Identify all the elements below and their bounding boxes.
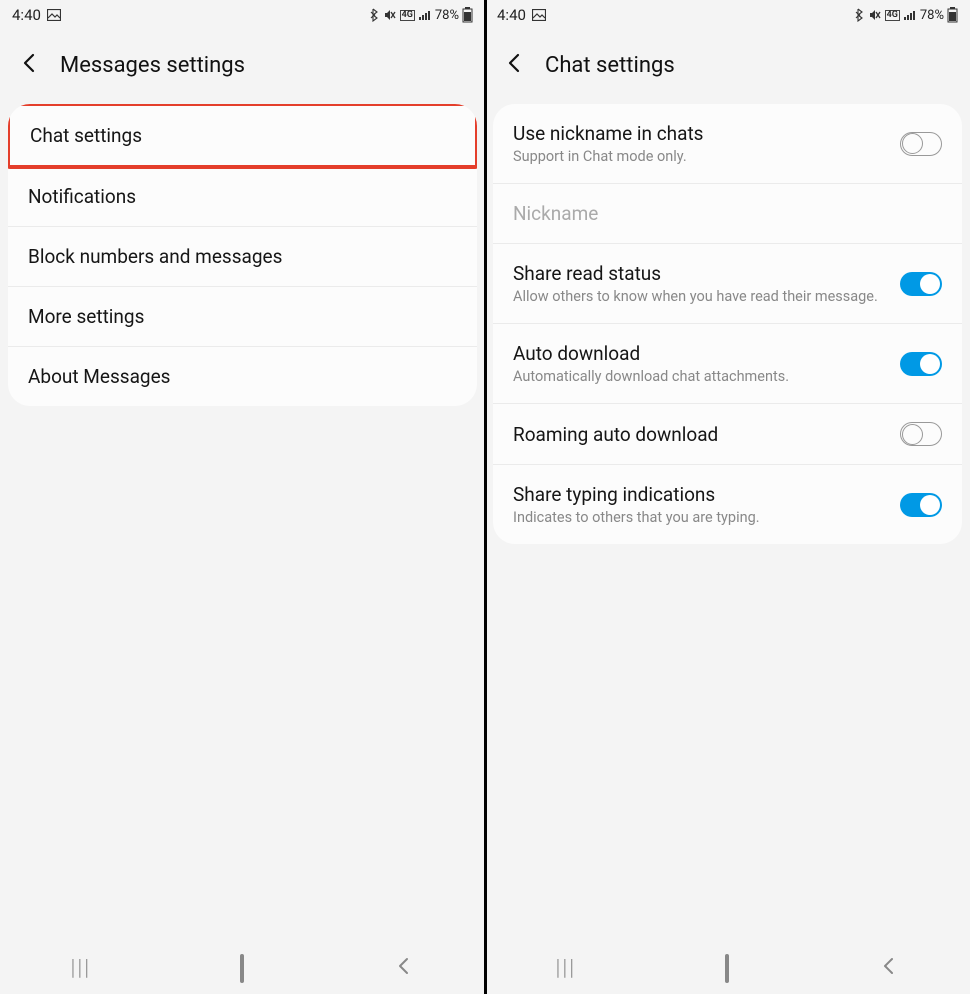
- nav-recents-button[interactable]: |||: [51, 956, 111, 981]
- nav-home-button[interactable]: [697, 956, 757, 981]
- row-label: Share read status: [513, 262, 900, 285]
- picture-icon: [532, 9, 546, 21]
- status-time: 4:40: [12, 6, 41, 24]
- row-label: Notifications: [28, 185, 457, 208]
- bluetooth-icon: [855, 8, 865, 22]
- battery-icon: [947, 7, 958, 23]
- android-navbar: |||: [485, 942, 970, 994]
- row-label: Nickname: [513, 202, 942, 225]
- screenshot-divider: [484, 0, 487, 994]
- battery-percent: 78%: [920, 8, 944, 23]
- battery-icon: [462, 7, 473, 23]
- status-bar: 4:40 4G 78%: [485, 0, 970, 30]
- row-block-numbers[interactable]: Block numbers and messages: [8, 227, 477, 287]
- android-navbar: |||: [0, 942, 485, 994]
- row-label: About Messages: [28, 365, 457, 388]
- toggle-auto-download[interactable]: [900, 352, 942, 376]
- row-sublabel: Indicates to others that you are typing.: [513, 509, 900, 526]
- signal-icon: [418, 9, 432, 21]
- row-sublabel: Support in Chat mode only.: [513, 148, 900, 165]
- mute-icon: [868, 9, 882, 21]
- row-about-messages[interactable]: About Messages: [8, 347, 477, 406]
- bluetooth-icon: [370, 8, 380, 22]
- row-chat-settings[interactable]: Chat settings: [8, 104, 477, 169]
- page-header: Chat settings: [485, 30, 970, 104]
- row-share-typing[interactable]: Share typing indications Indicates to ot…: [493, 465, 962, 544]
- row-auto-download[interactable]: Auto download Automatically download cha…: [493, 324, 962, 404]
- row-label: Block numbers and messages: [28, 245, 457, 268]
- nav-back-button[interactable]: [374, 953, 434, 983]
- status-time: 4:40: [497, 6, 526, 24]
- row-label: More settings: [28, 305, 457, 328]
- row-label: Chat settings: [30, 124, 455, 147]
- toggle-share-read-status[interactable]: [900, 272, 942, 296]
- back-icon[interactable]: [16, 48, 42, 82]
- chat-settings-card: Use nickname in chats Support in Chat mo…: [493, 104, 962, 544]
- row-label: Share typing indications: [513, 483, 900, 506]
- row-label: Auto download: [513, 342, 900, 365]
- toggle-share-typing[interactable]: [900, 493, 942, 517]
- back-icon[interactable]: [501, 48, 527, 82]
- row-sublabel: Allow others to know when you have read …: [513, 288, 900, 305]
- nav-recents-button[interactable]: |||: [536, 956, 596, 981]
- signal-icon: [903, 9, 917, 21]
- network-4g-icon: 4G: [400, 10, 415, 21]
- toggle-use-nickname[interactable]: [900, 132, 942, 156]
- settings-card: Chat settings Notifications Block number…: [8, 104, 477, 406]
- network-4g-icon: 4G: [885, 10, 900, 21]
- row-sublabel: Automatically download chat attachments.: [513, 368, 900, 385]
- screen-messages-settings: 4:40 4G 78% Messages settings: [0, 0, 485, 994]
- picture-icon: [47, 9, 61, 21]
- nav-back-button[interactable]: [859, 953, 919, 983]
- row-nickname: Nickname: [493, 184, 962, 244]
- row-share-read-status[interactable]: Share read status Allow others to know w…: [493, 244, 962, 324]
- screen-chat-settings: 4:40 4G 78% Chat settings: [485, 0, 970, 994]
- row-notifications[interactable]: Notifications: [8, 167, 477, 227]
- row-use-nickname[interactable]: Use nickname in chats Support in Chat mo…: [493, 104, 962, 184]
- status-bar: 4:40 4G 78%: [0, 0, 485, 30]
- row-label: Roaming auto download: [513, 423, 900, 446]
- row-roaming-auto-download[interactable]: Roaming auto download: [493, 404, 962, 465]
- row-label: Use nickname in chats: [513, 122, 900, 145]
- toggle-roaming-auto-download[interactable]: [900, 422, 942, 446]
- mute-icon: [383, 9, 397, 21]
- battery-percent: 78%: [435, 8, 459, 23]
- page-title: Messages settings: [60, 53, 245, 78]
- page-header: Messages settings: [0, 30, 485, 104]
- page-title: Chat settings: [545, 53, 675, 78]
- nav-home-button[interactable]: [212, 956, 272, 981]
- row-more-settings[interactable]: More settings: [8, 287, 477, 347]
